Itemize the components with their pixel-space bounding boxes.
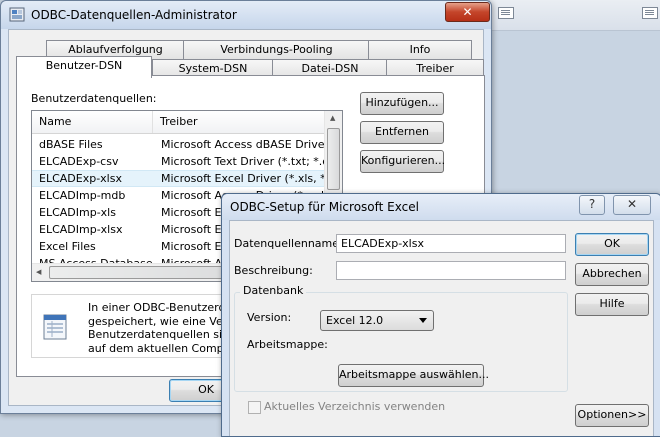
description-label: Beschreibung:	[234, 264, 313, 277]
row-name: Excel Files	[39, 240, 96, 253]
row-driver: Microsoft Access dBASE Driver (*.d	[161, 138, 343, 151]
version-value: Excel 12.0	[326, 314, 384, 327]
select-workbook-button[interactable]: Arbeitsmappe auswählen...	[338, 364, 489, 387]
row-driver: Microsoft Excel Driver (*.xls, *.xlsx,	[161, 172, 343, 185]
configure-button[interactable]: Konfigurieren...	[360, 150, 445, 173]
cancel-button[interactable]: Abbrechen	[575, 263, 649, 286]
row-name: dBASE Files	[39, 138, 103, 151]
scroll-left-icon[interactable]: ◀	[36, 268, 41, 276]
close-button[interactable]: ✕	[445, 2, 490, 22]
scroll-thumb[interactable]	[327, 128, 340, 190]
current-dir-label: Aktuelles Verzeichnis verwenden	[264, 400, 446, 413]
dialog-title-bar: ODBC-Setup für Microsoft Excel ? ✕	[222, 194, 660, 220]
odbc-app-icon	[9, 7, 25, 22]
table-row[interactable]: ELCADExp-csv Microsoft Text Driver (*.tx…	[32, 153, 342, 170]
description-input[interactable]	[336, 261, 566, 280]
row-name: ELCADImp-mdb	[39, 189, 126, 202]
current-dir-checkbox[interactable]	[248, 401, 261, 414]
question-icon: ?	[588, 197, 596, 211]
dsn-label: Datenquellenname:	[234, 237, 343, 250]
row-name: ELCADImp-xlsx	[39, 223, 123, 236]
menu-icon	[498, 7, 514, 19]
datasource-info-icon	[43, 314, 67, 340]
dialog-close-button[interactable]: ✕	[613, 195, 651, 215]
window-title: ODBC-Datenquellen-Administrator	[31, 8, 237, 22]
chevron-down-icon	[419, 318, 427, 323]
row-name: ELCADExp-xlsx	[39, 172, 122, 185]
table-row[interactable]: dBASE Files Microsoft Access dBASE Drive…	[32, 136, 342, 153]
row-driver: Microsoft Text Driver (*.txt; *.csv)	[161, 155, 343, 168]
help-button[interactable]: Hilfe	[575, 293, 649, 316]
dialog-title: ODBC-Setup für Microsoft Excel	[230, 200, 419, 214]
column-header-name[interactable]: Name	[39, 115, 71, 128]
version-select[interactable]: Excel 12.0	[320, 310, 434, 331]
excel-setup-dialog: ODBC-Setup für Microsoft Excel ? ✕ Daten…	[221, 193, 660, 437]
column-divider	[152, 111, 153, 133]
remove-button[interactable]: Entfernen	[360, 121, 444, 144]
list-header: Name Treiber	[32, 111, 324, 134]
tab-benutzer-dsn[interactable]: Benutzer-DSN	[16, 56, 152, 78]
ok-button[interactable]: OK	[575, 233, 649, 256]
database-group-label: Datenbank	[240, 284, 307, 297]
background-window-strip	[490, 0, 660, 31]
title-bar: ODBC-Datenquellen-Administrator ✕	[1, 1, 491, 29]
scroll-up-icon[interactable]: ▲	[330, 114, 335, 122]
close-icon: ✕	[462, 5, 473, 19]
menu-icon	[642, 7, 658, 19]
row-name: ELCADExp-csv	[39, 155, 119, 168]
row-name: ELCADImp-xls	[39, 206, 116, 219]
workbook-label: Arbeitsmappe:	[247, 338, 328, 351]
close-icon: ✕	[626, 197, 638, 211]
column-header-driver[interactable]: Treiber	[160, 115, 197, 128]
list-label: Benutzerdatenquellen:	[31, 92, 157, 105]
dsn-input[interactable]: ELCADExp-xlsx	[336, 234, 566, 253]
tab-verbindungs-pooling[interactable]: Verbindungs-Pooling	[183, 40, 370, 59]
options-button[interactable]: Optionen>>	[575, 404, 649, 427]
table-row-selected[interactable]: ELCADExp-xlsx Microsoft Excel Driver (*.…	[32, 170, 342, 187]
add-button[interactable]: Hinzufügen...	[360, 92, 444, 115]
version-label: Version:	[247, 311, 292, 324]
tab-info[interactable]: Info	[368, 40, 472, 59]
help-title-button[interactable]: ?	[579, 195, 605, 215]
